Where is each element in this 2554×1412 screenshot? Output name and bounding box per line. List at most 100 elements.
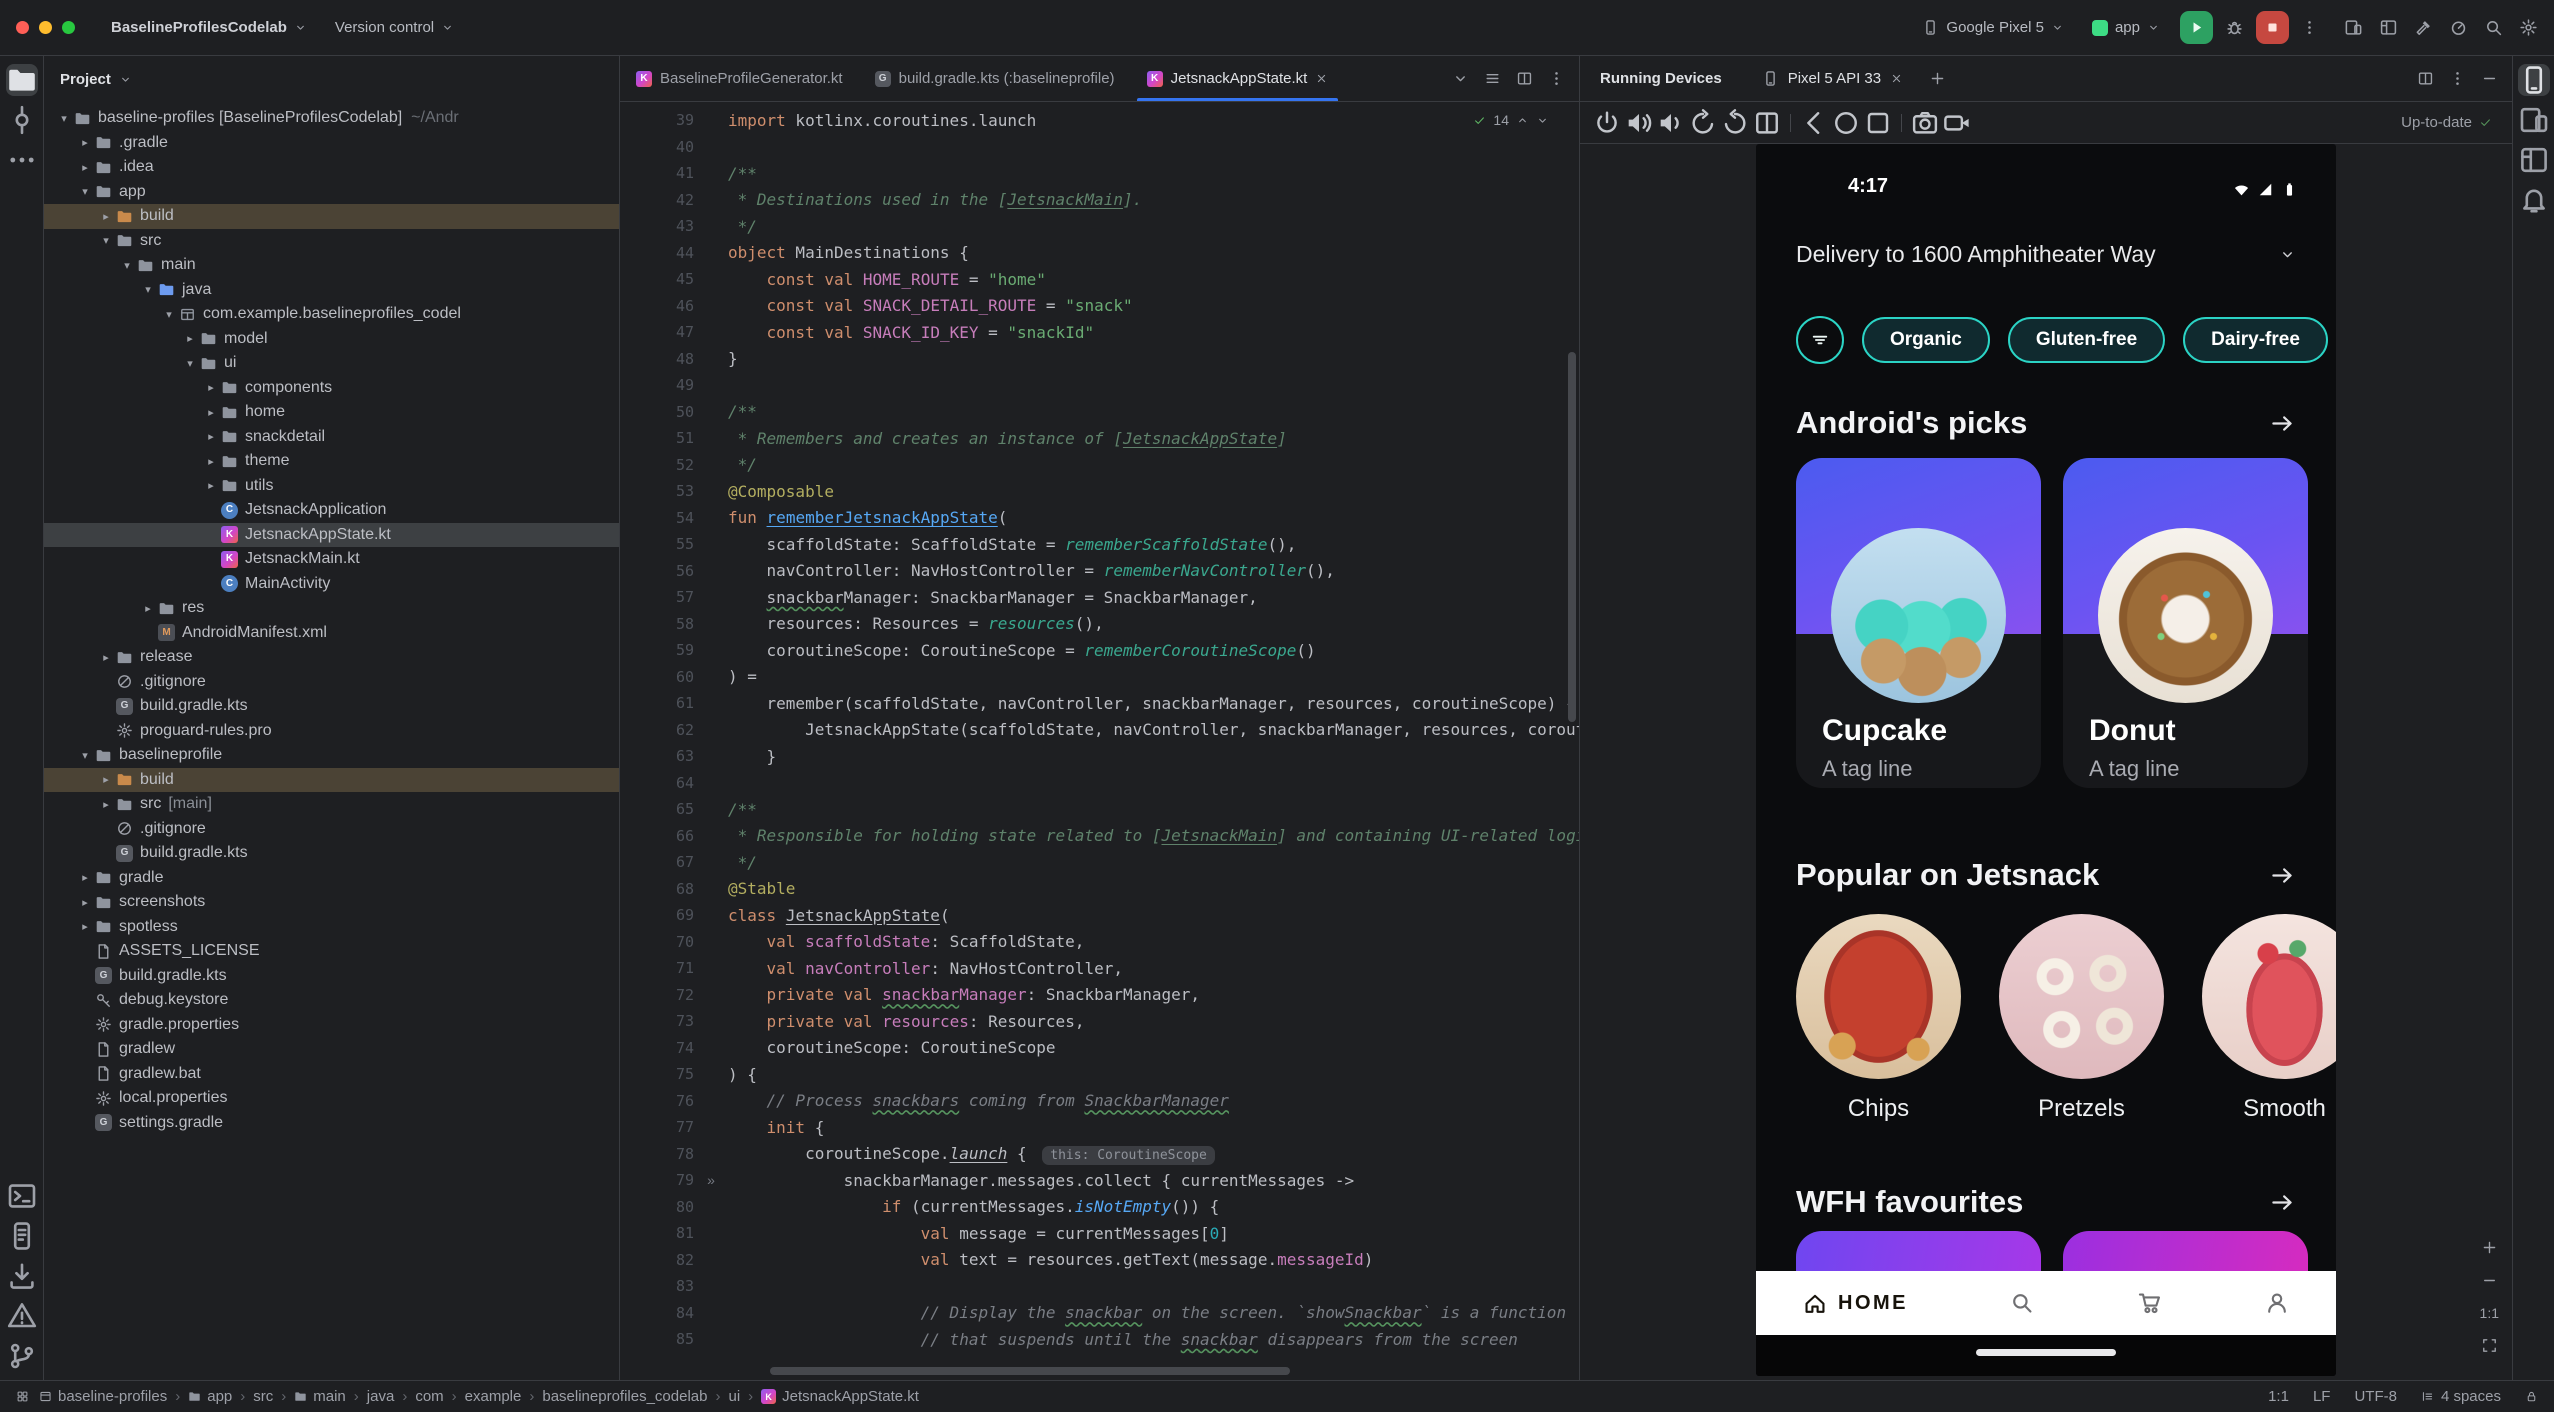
editor-tab[interactable]: Gbuild.gradle.kts (:baselineprofile) <box>859 56 1131 101</box>
close-window-button[interactable] <box>16 21 29 34</box>
volume-down-button[interactable] <box>1656 108 1686 138</box>
breadcrumb-item[interactable]: ui <box>728 1388 740 1405</box>
project-tree[interactable]: ▾ baseline-profiles [BaselineProfilesCode… <box>44 102 619 1380</box>
project-panel-header[interactable]: Project <box>44 56 619 102</box>
chevron-icon[interactable]: ▾ <box>159 308 179 321</box>
device-tab[interactable]: Pixel 5 API 33 <box>1762 56 1903 101</box>
zoom-in-icon[interactable] <box>2481 1239 2498 1256</box>
stripe-problems-icon[interactable] <box>6 1300 38 1332</box>
tool-windows-icon[interactable] <box>2379 18 2398 37</box>
build-icon[interactable] <box>2414 18 2433 37</box>
home-indicator[interactable] <box>1976 1349 2116 1356</box>
stripe-logcat-icon[interactable] <box>6 1220 38 1252</box>
power-button[interactable] <box>1592 108 1622 138</box>
tree-item[interactable]: ▸ components <box>44 376 619 401</box>
stripe-phone-icon[interactable] <box>2517 64 2550 96</box>
breadcrumb-item[interactable]: com <box>415 1388 443 1405</box>
chevron-icon[interactable]: ▸ <box>201 381 221 394</box>
prev-problem-icon[interactable] <box>1516 114 1529 127</box>
close-icon[interactable] <box>1315 72 1328 85</box>
read-only-lock-icon[interactable] <box>2525 1390 2538 1403</box>
minimize-window-button[interactable] <box>39 21 52 34</box>
tree-item[interactable]: ▸ home <box>44 400 619 425</box>
stripe-branch-icon[interactable] <box>6 1340 38 1372</box>
stop-button[interactable] <box>2256 11 2289 44</box>
snack-item[interactable]: Smooth <box>2202 914 2336 1123</box>
vcs-widget[interactable]: Version control <box>327 13 462 42</box>
screenshot-button[interactable] <box>1910 108 1940 138</box>
next-problem-icon[interactable] <box>1536 114 1549 127</box>
caret-position[interactable]: 1:1 <box>2268 1388 2289 1405</box>
tree-item[interactable]: ▸ model <box>44 327 619 352</box>
stripe-devices-icon[interactable] <box>2518 104 2550 136</box>
chevron-icon[interactable]: ▸ <box>96 798 116 811</box>
tree-item[interactable]: ▾ ui <box>44 351 619 376</box>
add-device-tab-button[interactable] <box>1929 70 1946 87</box>
tree-item[interactable]: ▸ .idea <box>44 155 619 180</box>
file-encoding[interactable]: UTF-8 <box>2354 1388 2397 1405</box>
arrow-right-icon[interactable] <box>2269 1189 2296 1216</box>
snack-item[interactable]: Chips <box>1796 914 1961 1123</box>
tree-item[interactable]: C MainActivity <box>44 572 619 597</box>
tree-item[interactable]: ▸ screenshots <box>44 890 619 915</box>
stripe-terminal-icon[interactable] <box>6 1180 38 1212</box>
wfh-card[interactable] <box>2063 1231 2308 1271</box>
rotate-left-button[interactable] <box>1688 108 1718 138</box>
filter-chip[interactable]: Dairy-free <box>2183 317 2328 363</box>
stripe-bell-icon[interactable] <box>2518 184 2550 216</box>
fold-button[interactable] <box>1752 108 1782 138</box>
tree-item[interactable]: Gsettings.gradle <box>44 1111 619 1136</box>
nav-home-item[interactable]: HOME <box>1802 1290 1908 1316</box>
tab-list-icon[interactable] <box>1484 70 1501 87</box>
overview-button[interactable] <box>1863 108 1893 138</box>
delivery-selector[interactable]: Delivery to 1600 Amphitheater Way <box>1756 222 2336 286</box>
line-separator[interactable]: LF <box>2313 1388 2331 1405</box>
tree-item[interactable]: gradle.properties <box>44 1013 619 1038</box>
search-icon[interactable] <box>2009 1290 2035 1316</box>
tree-item[interactable]: ▸ build <box>44 767 619 792</box>
chevron-icon[interactable]: ▾ <box>138 283 158 296</box>
tree-item[interactable]: ▸ gradle <box>44 866 619 891</box>
profile-icon[interactable] <box>2264 1290 2290 1316</box>
tree-item[interactable]: ▸ utils <box>44 474 619 499</box>
filter-chip[interactable]: Organic <box>1862 317 1990 363</box>
tree-item[interactable]: local.properties <box>44 1086 619 1111</box>
chevron-icon[interactable]: ▾ <box>75 185 95 198</box>
tree-item[interactable]: ▸ spotless <box>44 915 619 940</box>
panel-options-icon[interactable] <box>2449 70 2466 87</box>
inspections-widget[interactable]: 14 <box>1473 112 1549 128</box>
inspections-ok-icon[interactable] <box>1473 114 1486 127</box>
project-widget[interactable]: BaselineProfilesCodelab <box>103 13 315 42</box>
cart-icon[interactable] <box>2137 1290 2163 1316</box>
close-icon[interactable] <box>1890 72 1903 85</box>
tree-item[interactable]: Gbuild.gradle.kts <box>44 964 619 989</box>
hide-panel-icon[interactable] <box>2481 70 2498 87</box>
arrow-right-icon[interactable] <box>2269 410 2296 437</box>
breadcrumb-item[interactable]: src <box>253 1388 273 1405</box>
chevron-icon[interactable]: ▾ <box>75 749 95 762</box>
tree-item[interactable]: debug.keystore <box>44 988 619 1013</box>
tree-item[interactable]: ▾ java <box>44 278 619 303</box>
device-selector[interactable]: Google Pixel 5 <box>1914 13 2072 42</box>
editor-options-icon[interactable] <box>1548 70 1565 87</box>
chevron-icon[interactable]: ▸ <box>75 136 95 149</box>
run-configuration-selector[interactable]: app <box>2084 13 2168 42</box>
tree-item[interactable]: C JetsnackApplication <box>44 498 619 523</box>
chevron-icon[interactable]: ▸ <box>138 602 158 615</box>
record-button[interactable] <box>1942 108 1972 138</box>
tree-item[interactable]: M AndroidManifest.xml <box>44 621 619 646</box>
tree-item[interactable]: ASSETS_LICENSE <box>44 939 619 964</box>
tree-item[interactable]: K JetsnackMain.kt <box>44 547 619 572</box>
tree-item[interactable]: ▾ baselineprofile <box>44 743 619 768</box>
chevron-icon[interactable]: ▸ <box>75 871 95 884</box>
vertical-scrollbar[interactable] <box>1568 352 1576 722</box>
editor-tab[interactable]: K JetsnackAppState.kt <box>1131 56 1345 101</box>
breadcrumb-item[interactable]: main <box>294 1388 346 1405</box>
volume-up-button[interactable] <box>1624 108 1654 138</box>
breadcrumb-item[interactable]: example <box>465 1388 522 1405</box>
chevron-icon[interactable]: ▸ <box>96 210 116 223</box>
filter-button[interactable] <box>1796 316 1844 364</box>
editor-tab[interactable]: K BaselineProfileGenerator.kt <box>620 56 859 101</box>
zoom-out-icon[interactable] <box>2481 1272 2498 1289</box>
tree-item[interactable]: gradlew <box>44 1037 619 1062</box>
